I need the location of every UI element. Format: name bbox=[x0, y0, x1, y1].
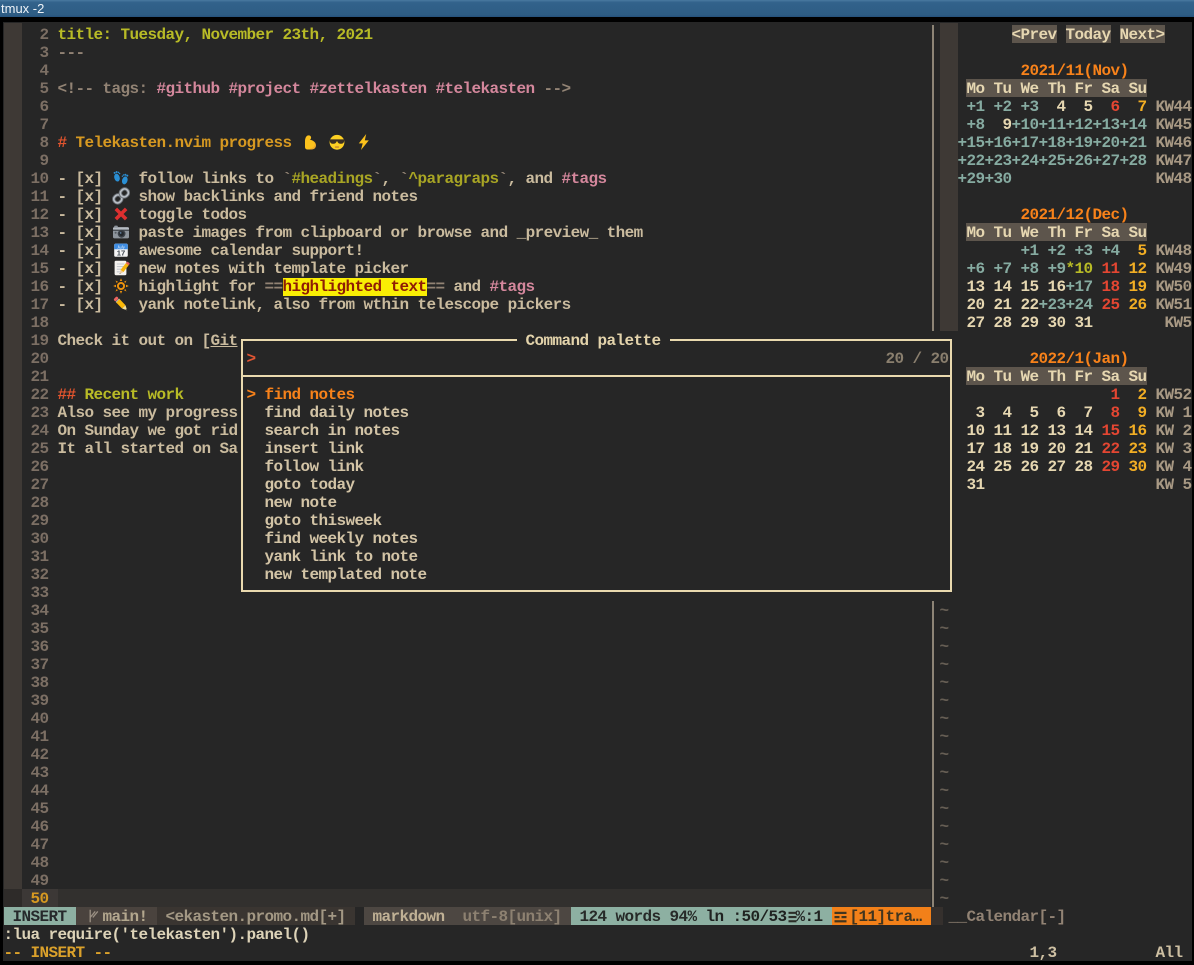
svg-text:17: 17 bbox=[116, 249, 124, 258]
